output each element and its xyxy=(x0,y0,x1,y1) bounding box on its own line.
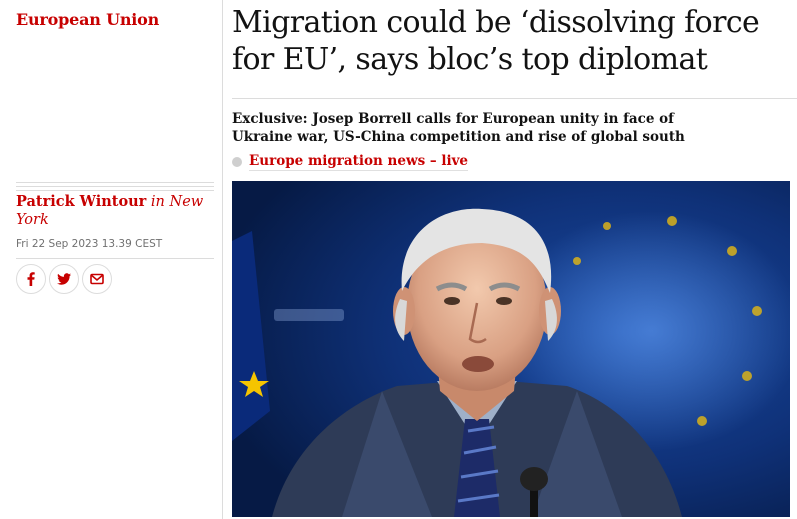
share-twitter-button[interactable] xyxy=(49,264,79,294)
headline-divider xyxy=(232,98,797,99)
author-link[interactable]: Patrick Wintour xyxy=(16,193,146,210)
photo-illustration xyxy=(232,181,790,517)
share-buttons xyxy=(16,264,112,294)
share-email-button[interactable] xyxy=(82,264,112,294)
dateline: Fri 22 Sep 2023 13.39 CEST xyxy=(16,238,163,250)
byline: Patrick Wintour in New York xyxy=(16,193,206,229)
twitter-icon xyxy=(57,273,71,285)
live-link-text[interactable]: Europe migration news – live xyxy=(249,153,469,171)
left-column: European Union Patrick Wintour in New Yo… xyxy=(0,0,222,519)
headline: Migration could be ‘dissolving force for… xyxy=(232,5,760,77)
live-link[interactable]: Europe migration news – live xyxy=(232,153,469,171)
live-dot-icon xyxy=(232,157,242,167)
share-facebook-button[interactable] xyxy=(16,264,46,294)
section-label[interactable]: European Union xyxy=(16,10,159,29)
meta-divider xyxy=(16,258,214,259)
column-divider xyxy=(222,0,223,519)
email-icon xyxy=(90,273,104,285)
standfirst: Exclusive: Josep Borrell calls for Europ… xyxy=(232,111,685,145)
facebook-icon xyxy=(27,272,35,286)
main-photo xyxy=(232,181,790,517)
